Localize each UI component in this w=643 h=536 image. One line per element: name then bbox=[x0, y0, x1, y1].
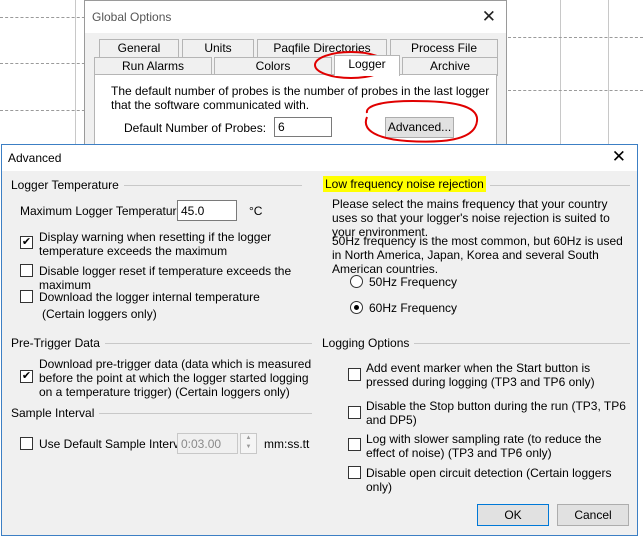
disable-stop-checkbox[interactable] bbox=[348, 406, 361, 419]
noise-rejection-heading: Low frequency noise rejection bbox=[320, 176, 490, 192]
noise-rejection-para-1: Please select the mains frequency that y… bbox=[332, 197, 610, 239]
use-default-interval-checkbox[interactable] bbox=[20, 437, 33, 450]
spin-down-icon: ▼ bbox=[245, 444, 252, 450]
sample-interval-input bbox=[177, 433, 238, 454]
logger-temperature-heading: Logger Temperature bbox=[11, 178, 124, 192]
event-marker-label: Add event marker when the Start button i… bbox=[366, 361, 595, 389]
60hz-radio[interactable] bbox=[350, 301, 363, 314]
grid-line bbox=[608, 0, 609, 150]
advanced-dialog: Advanced ✕ Logger Temperature Maximum Lo… bbox=[1, 144, 638, 536]
50hz-radio[interactable] bbox=[350, 275, 363, 288]
dialog-title: Advanced bbox=[8, 151, 62, 165]
display-warning-checkbox[interactable]: ✔ bbox=[20, 236, 33, 249]
pre-trigger-label: Download pre-trigger data (data which is… bbox=[39, 357, 312, 399]
download-internal-temp-checkbox[interactable] bbox=[20, 290, 33, 303]
spin-up-icon: ▲ bbox=[245, 435, 252, 441]
tab-logger[interactable]: Logger bbox=[334, 55, 400, 76]
checkmark-icon: ✔ bbox=[21, 370, 32, 382]
max-temp-label: Maximum Logger Temperature: bbox=[20, 204, 187, 218]
close-icon[interactable]: ✕ bbox=[612, 147, 626, 167]
disable-stop-label: Disable the Stop button during the run (… bbox=[366, 399, 626, 427]
cancel-button[interactable]: Cancel bbox=[557, 504, 629, 526]
use-default-interval-label: Use Default Sample Interval bbox=[39, 437, 189, 451]
60hz-label: 60Hz Frequency bbox=[369, 301, 458, 315]
disable-open-circuit-label: Disable open circuit detection (Certain … bbox=[366, 466, 612, 494]
noise-rejection-heading-text: Low frequency noise rejection bbox=[323, 176, 486, 192]
sample-interval-unit: mm:ss.tt bbox=[264, 437, 310, 451]
grid-line bbox=[75, 0, 76, 150]
download-internal-temp-note: (Certain loggers only) bbox=[42, 307, 157, 321]
global-options-dialog: Global Options ✕ General Units Paqfile D… bbox=[84, 0, 507, 152]
disable-reset-label: Disable logger reset if temperature exce… bbox=[39, 264, 292, 292]
ok-button[interactable]: OK bbox=[477, 504, 549, 526]
logging-options-heading: Logging Options bbox=[322, 336, 415, 350]
radio-dot-icon bbox=[354, 305, 359, 310]
slower-sampling-label: Log with slower sampling rate (to reduce… bbox=[366, 432, 602, 460]
grid-line bbox=[508, 90, 643, 91]
temp-unit: °C bbox=[249, 204, 263, 218]
grid-line bbox=[0, 17, 90, 18]
download-internal-temp-label: Download the logger internal temperature bbox=[39, 290, 260, 304]
checkmark-icon: ✔ bbox=[21, 236, 32, 248]
sample-interval-spinner: ▲ ▼ bbox=[240, 433, 257, 454]
grid-line bbox=[560, 0, 561, 150]
grid-line bbox=[508, 37, 643, 38]
display-warning-label: Display warning when resetting if the lo… bbox=[39, 230, 272, 258]
disable-reset-checkbox[interactable] bbox=[20, 264, 33, 277]
pre-trigger-checkbox[interactable]: ✔ bbox=[20, 370, 33, 383]
grid-line bbox=[0, 110, 90, 111]
red-annotation-marks bbox=[314, 51, 479, 143]
disable-open-circuit-checkbox[interactable] bbox=[348, 466, 361, 479]
slower-sampling-checkbox[interactable] bbox=[348, 438, 361, 451]
title-bar: Advanced ✕ bbox=[2, 145, 637, 171]
noise-rejection-para-2: 50Hz frequency is the most common, but 6… bbox=[332, 234, 623, 276]
pre-trigger-heading: Pre-Trigger Data bbox=[11, 336, 105, 350]
50hz-label: 50Hz Frequency bbox=[369, 275, 458, 289]
event-marker-checkbox[interactable] bbox=[348, 368, 361, 381]
advanced-button-annotation-circle bbox=[364, 99, 479, 143]
sample-interval-heading: Sample Interval bbox=[11, 406, 100, 420]
max-temp-input[interactable] bbox=[177, 200, 237, 221]
grid-line bbox=[0, 63, 90, 64]
